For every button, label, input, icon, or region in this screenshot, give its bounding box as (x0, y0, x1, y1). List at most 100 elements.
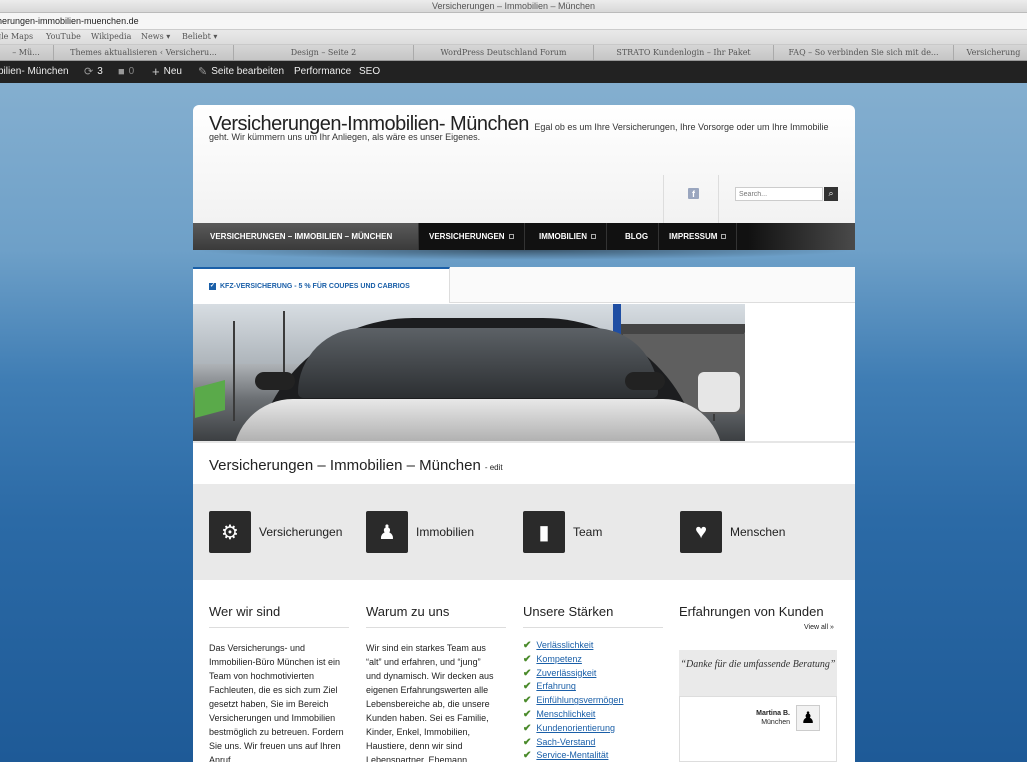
bookmark-news[interactable]: News ▾ (141, 30, 170, 44)
list-item: ✔ Erfahrung (523, 680, 623, 694)
nav-item-home[interactable]: VERSICHERUNGEN – IMMOBILIEN – MÜNCHEN (193, 223, 419, 250)
feature-label[interactable]: Versicherungen (259, 525, 342, 539)
comment-icon: ■ (118, 66, 125, 78)
refresh-icon: ⟳ (84, 66, 94, 78)
column-title-strengths: Unsere Stärken (523, 604, 614, 619)
site-branding: Versicherungen-Immobilien- München Egal … (209, 114, 849, 142)
list-item: ✔ Service-Mentalität (523, 749, 623, 762)
hero-flag (195, 379, 225, 419)
column-text-who: Das Versicherungs- und Immobilien-Büro M… (209, 643, 344, 762)
facebook-icon[interactable]: f (688, 188, 699, 199)
submenu-indicator-icon (591, 234, 596, 240)
admin-performance-label[interactable]: Performance (294, 61, 351, 83)
slider-tab-label[interactable]: KFZ-VERSICHERUNG - 5 % FÜR COUPES UND CA… (220, 283, 410, 290)
bookmark-beliebt[interactable]: Beliebt ▾ (182, 30, 217, 44)
bookmark-wikipedia[interactable]: Wikipedia (91, 30, 131, 44)
updates-count: 3 (97, 66, 103, 77)
browser-tab[interactable]: – Mü... (0, 45, 53, 60)
admin-performance[interactable]: Performance (294, 61, 351, 83)
admin-edit-page-label[interactable]: Seite bearbeiten (211, 61, 284, 83)
view-all-link[interactable]: View all » (804, 624, 834, 631)
feature-label[interactable]: Immobilien (416, 525, 474, 539)
nav-item-versicherungen[interactable]: VERSICHERUNGEN (419, 223, 525, 250)
nav-item-label[interactable]: BLOG (625, 232, 648, 241)
browser-tab[interactable]: FAQ – So verbinden Sie sich mit de... (773, 45, 953, 60)
strength-link[interactable]: Sach-Verstand (536, 736, 595, 750)
strength-link[interactable]: Service-Mentalität (536, 749, 608, 762)
check-icon: ✔ (523, 681, 532, 693)
check-icon: ✔ (523, 667, 532, 679)
nav-item-impressum[interactable]: IMPRESSUM (659, 223, 738, 250)
page-title: Versicherungen – Immobilien – München - e… (209, 457, 503, 474)
hero-image[interactable] (193, 304, 745, 441)
browser-tab[interactable]: Versicherung (953, 45, 1027, 60)
column-rule (209, 627, 349, 628)
feature-team[interactable]: ▮ Team (523, 511, 602, 553)
slider-tab-kfz[interactable]: ✓ KFZ-VERSICHERUNG - 5 % FÜR COUPES UND C… (193, 267, 450, 303)
strengths-list: ✔ Verlässlichkeit ✔ Kompetenz ✔ Zuverlässig… (523, 639, 623, 762)
address-bar[interactable]: herungen-immobilien-muenchen.de (0, 13, 1027, 30)
slider-tabbar: ✓ KFZ-VERSICHERUNG - 5 % FÜR COUPES UND C… (193, 267, 855, 303)
nav-item-label[interactable]: IMMOBILIEN (539, 232, 587, 241)
browser-tab-strip: – Mü... Themes aktualisieren ‹ Versicher… (0, 44, 1027, 61)
feature-immobilien[interactable]: ♟ Immobilien (366, 511, 474, 553)
list-item: ✔ Kompetenz (523, 653, 623, 667)
page-title-text: Versicherungen – Immobilien – München (209, 457, 481, 474)
strength-link[interactable]: Einfühlungsvermögen (536, 694, 623, 708)
feature-label[interactable]: Team (573, 525, 602, 539)
gears-icon: ⚙ (209, 511, 251, 553)
feature-menschen[interactable]: ♥ Menschen (680, 511, 785, 553)
bookmark-google-maps[interactable]: gle Maps (0, 30, 33, 44)
hero-van (698, 372, 740, 412)
check-icon: ✔ (523, 722, 532, 734)
strength-link[interactable]: Verlässlichkeit (536, 639, 593, 653)
content-area: ✓ KFZ-VERSICHERUNG - 5 % FÜR COUPES UND C… (193, 267, 855, 762)
strength-link[interactable]: Menschlichkeit (536, 708, 595, 722)
nav-item-label[interactable]: VERSICHERUNGEN – IMMOBILIEN – MÜNCHEN (210, 232, 392, 241)
main-nav: VERSICHERUNGEN – IMMOBILIEN – MÜNCHEN VE… (193, 223, 855, 250)
list-item: ✔ Sach-Verstand (523, 736, 623, 750)
check-icon: ✔ (523, 653, 532, 665)
column-title-reviews: Erfahrungen von Kunden (679, 604, 824, 619)
search-icon[interactable]: ⌕ (824, 187, 838, 201)
hero-mirror (625, 372, 665, 390)
chevron-down-icon: ✓ (209, 282, 216, 290)
strength-link[interactable]: Kundenorientierung (536, 722, 615, 736)
column-title-why: Warum zu uns (366, 604, 450, 619)
search-input[interactable] (735, 187, 823, 201)
author-location: München (761, 719, 790, 726)
admin-site-name-label[interactable]: bilien- München (0, 61, 69, 83)
check-icon: ✔ (523, 708, 532, 720)
browser-tab[interactable]: STRATO Kundenlogin – Ihr Paket (593, 45, 773, 60)
edit-link[interactable]: - edit (485, 463, 503, 472)
bookmarks-bar: gle Maps YouTube Wikipedia News ▾ Belieb… (0, 30, 1027, 44)
nav-item-label[interactable]: IMPRESSUM (669, 232, 717, 241)
admin-comments[interactable]: ■ 0 (118, 61, 134, 83)
browser-tab[interactable]: Design – Seite 2 (233, 45, 413, 60)
admin-seo[interactable]: SEO (359, 61, 380, 83)
nav-item-immobilien[interactable]: IMMOBILIEN (529, 223, 607, 250)
nav-item-blog[interactable]: BLOG (615, 223, 660, 250)
check-icon: ✔ (523, 750, 532, 762)
admin-seo-label[interactable]: SEO (359, 61, 380, 83)
bookmark-youtube[interactable]: YouTube (46, 30, 81, 44)
admin-site-name[interactable]: bilien- München (0, 61, 69, 83)
feature-label[interactable]: Menschen (730, 525, 785, 539)
admin-new[interactable]: + Neu (152, 61, 182, 83)
strength-link[interactable]: Erfahrung (536, 680, 576, 694)
url-text[interactable]: herungen-immobilien-muenchen.de (0, 13, 139, 29)
list-item: ✔ Verlässlichkeit (523, 639, 623, 653)
admin-updates[interactable]: ⟳ 3 (84, 61, 103, 83)
admin-edit-page[interactable]: ✎ Seite bearbeiten (198, 61, 284, 83)
hero-windshield (298, 328, 658, 398)
hero-tree (233, 321, 235, 421)
strength-link[interactable]: Kompetenz (536, 653, 582, 667)
admin-new-label[interactable]: Neu (164, 61, 182, 83)
list-item: ✔ Menschlichkeit (523, 708, 623, 722)
strength-link[interactable]: Zuverlässigkeit (536, 667, 596, 681)
wp-admin-bar: bilien- München ⟳ 3 ■ 0 + Neu ✎ Seite bearbe… (0, 61, 1027, 83)
browser-tab[interactable]: Themes aktualisieren ‹ Versicheru... (53, 45, 233, 60)
browser-tab[interactable]: WordPress Deutschland Forum (413, 45, 593, 60)
nav-item-label[interactable]: VERSICHERUNGEN (429, 232, 505, 241)
feature-versicherungen[interactable]: ⚙ Versicherungen (209, 511, 342, 553)
